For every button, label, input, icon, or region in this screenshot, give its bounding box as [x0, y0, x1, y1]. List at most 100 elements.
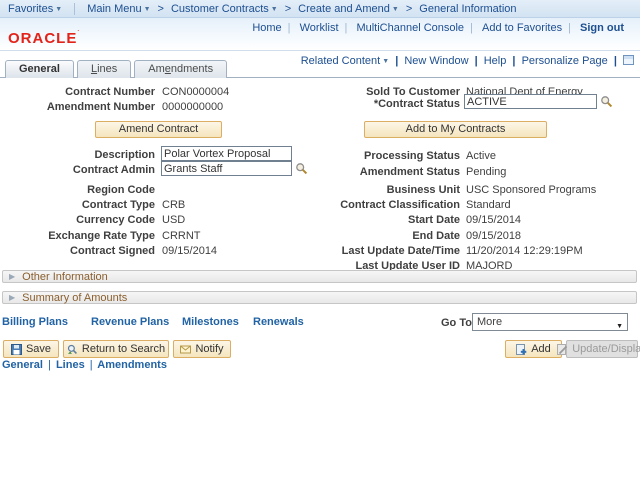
- footer-link-general[interactable]: General: [2, 359, 43, 371]
- sign-out-link[interactable]: Sign out: [574, 22, 630, 34]
- tab-bar: General Lines Amendments: [5, 60, 227, 78]
- contract-status-label: *Contract Status: [305, 98, 460, 110]
- footer-link-amendments[interactable]: Amendments: [97, 359, 167, 371]
- amendment-number-value: 0000000000: [162, 101, 223, 113]
- worklist-link[interactable]: Worklist: [294, 22, 345, 34]
- breadcrumb-create-and-amend[interactable]: Create and Amend▼: [294, 3, 403, 15]
- end-date-label: End Date: [305, 230, 460, 242]
- multichannel-console-link[interactable]: MultiChannel Console: [350, 22, 470, 34]
- milestones-link[interactable]: Milestones: [182, 316, 239, 328]
- currency-code-value: USD: [162, 214, 185, 226]
- chevron-down-icon: ▼: [271, 6, 278, 13]
- chevron-down-icon: ▼: [55, 6, 62, 13]
- save-icon: [11, 344, 22, 355]
- header-link-separator: |: [568, 22, 571, 34]
- header-link-separator: |: [288, 22, 291, 34]
- related-content-link[interactable]: Related Content▼: [298, 55, 392, 67]
- chevron-down-icon: ▼: [144, 6, 151, 13]
- contract-classification-value: Standard: [466, 199, 511, 211]
- sold-to-customer-label: Sold To Customer: [305, 86, 460, 98]
- footer-link-lines[interactable]: Lines: [56, 359, 85, 371]
- tab-lines[interactable]: Lines: [77, 60, 131, 78]
- contract-number-label: Contract Number: [0, 86, 155, 98]
- utility-separator: |: [614, 55, 617, 67]
- contract-admin-input[interactable]: [161, 161, 292, 176]
- section-other-information-label: Other Information: [22, 271, 108, 283]
- description-label: Description: [0, 149, 155, 161]
- breadcrumb-divider: [74, 3, 75, 15]
- amend-contract-button[interactable]: Amend Contract: [95, 121, 222, 138]
- add-to-my-contracts-button[interactable]: Add to My Contracts: [364, 121, 547, 138]
- contract-status-input[interactable]: [464, 94, 597, 109]
- section-other-information[interactable]: ▶ Other Information: [2, 270, 637, 283]
- header-link-separator: |: [470, 22, 473, 34]
- notify-icon: [180, 344, 191, 355]
- oracle-logo: ORACLE´: [8, 30, 80, 47]
- go-to-label: Go To: [441, 317, 472, 329]
- personalize-page-link[interactable]: Personalize Page: [519, 55, 611, 67]
- new-window-link[interactable]: New Window: [401, 55, 471, 67]
- revenue-plans-link[interactable]: Revenue Plans: [91, 316, 169, 328]
- tab-amendments[interactable]: Amendments: [134, 60, 227, 78]
- peoplesoft-page: Favorites▼ Main Menu▼ > Customer Contrac…: [0, 0, 640, 480]
- contract-classification-label: Contract Classification: [305, 199, 460, 211]
- chevron-down-icon: ▼: [382, 58, 389, 65]
- update-display-icon: [557, 344, 568, 355]
- description-input[interactable]: [161, 146, 292, 161]
- home-link[interactable]: Home: [246, 22, 287, 34]
- amendment-status-label: Amendment Status: [305, 166, 460, 178]
- header-link-separator: |: [345, 22, 348, 34]
- processing-status-label: Processing Status: [305, 150, 460, 162]
- contract-number-value: CON0000004: [162, 86, 229, 98]
- return-to-search-icon: [67, 344, 78, 355]
- breadcrumb-favorites[interactable]: Favorites▼: [4, 3, 66, 15]
- return-to-search-button[interactable]: Return to Search: [63, 340, 169, 358]
- header-bar: Home| Worklist| MultiChannel Console| Ad…: [0, 18, 640, 51]
- chevron-down-icon: ▼: [392, 6, 399, 13]
- breadcrumb: Favorites▼ Main Menu▼ > Customer Contrac…: [0, 0, 640, 18]
- amendment-status-value: Pending: [466, 166, 506, 178]
- last-update-datetime-value: 11/20/2014 12:29:19PM: [466, 245, 583, 257]
- add-button[interactable]: Add: [505, 340, 562, 358]
- breadcrumb-separator: >: [282, 3, 294, 15]
- region-code-label: Region Code: [0, 184, 155, 196]
- contract-type-value: CRB: [162, 199, 185, 211]
- footer-link-separator: |: [46, 359, 53, 371]
- breadcrumb-general-information: General Information: [415, 3, 520, 15]
- utility-links: Related Content▼ | New Window | Help | P…: [298, 55, 634, 67]
- exchange-rate-type-label: Exchange Rate Type: [0, 230, 155, 242]
- end-date-value: 09/15/2018: [466, 230, 521, 242]
- business-unit-label: Business Unit: [305, 184, 460, 196]
- utility-separator: |: [512, 55, 515, 67]
- contract-signed-label: Contract Signed: [0, 245, 155, 257]
- contract-admin-label: Contract Admin: [0, 164, 155, 176]
- section-summary-of-amounts[interactable]: ▶ Summary of Amounts: [2, 291, 637, 304]
- go-to-selected-value: More: [477, 316, 502, 328]
- currency-code-label: Currency Code: [0, 214, 155, 226]
- save-button[interactable]: Save: [3, 340, 59, 358]
- new-window-icon[interactable]: [623, 55, 634, 65]
- breadcrumb-customer-contracts[interactable]: Customer Contracts▼: [167, 3, 282, 15]
- start-date-label: Start Date: [305, 214, 460, 226]
- expand-arrow-icon: ▶: [9, 272, 15, 281]
- go-to-select[interactable]: More ▼: [472, 313, 628, 331]
- expand-arrow-icon: ▶: [9, 293, 15, 302]
- contract-status-lookup-icon[interactable]: [600, 95, 613, 108]
- breadcrumb-separator: >: [155, 3, 167, 15]
- add-icon: [516, 344, 527, 355]
- breadcrumb-main-menu[interactable]: Main Menu▼: [83, 3, 154, 15]
- billing-plans-link[interactable]: Billing Plans: [2, 316, 68, 328]
- footer-link-separator: |: [88, 359, 95, 371]
- tab-general[interactable]: General: [5, 60, 74, 78]
- add-to-favorites-link[interactable]: Add to Favorites: [476, 22, 568, 34]
- amendment-number-label: Amendment Number: [0, 101, 155, 113]
- footer-page-links: General | Lines | Amendments: [2, 359, 167, 371]
- utility-separator: |: [475, 55, 478, 67]
- notify-button[interactable]: Notify: [173, 340, 231, 358]
- processing-status-value: Active: [466, 150, 496, 162]
- renewals-link[interactable]: Renewals: [253, 316, 304, 328]
- help-link[interactable]: Help: [481, 55, 510, 67]
- contract-signed-value: 09/15/2014: [162, 245, 217, 257]
- last-update-datetime-label: Last Update Date/Time: [305, 245, 460, 257]
- exchange-rate-type-value: CRRNT: [162, 230, 201, 242]
